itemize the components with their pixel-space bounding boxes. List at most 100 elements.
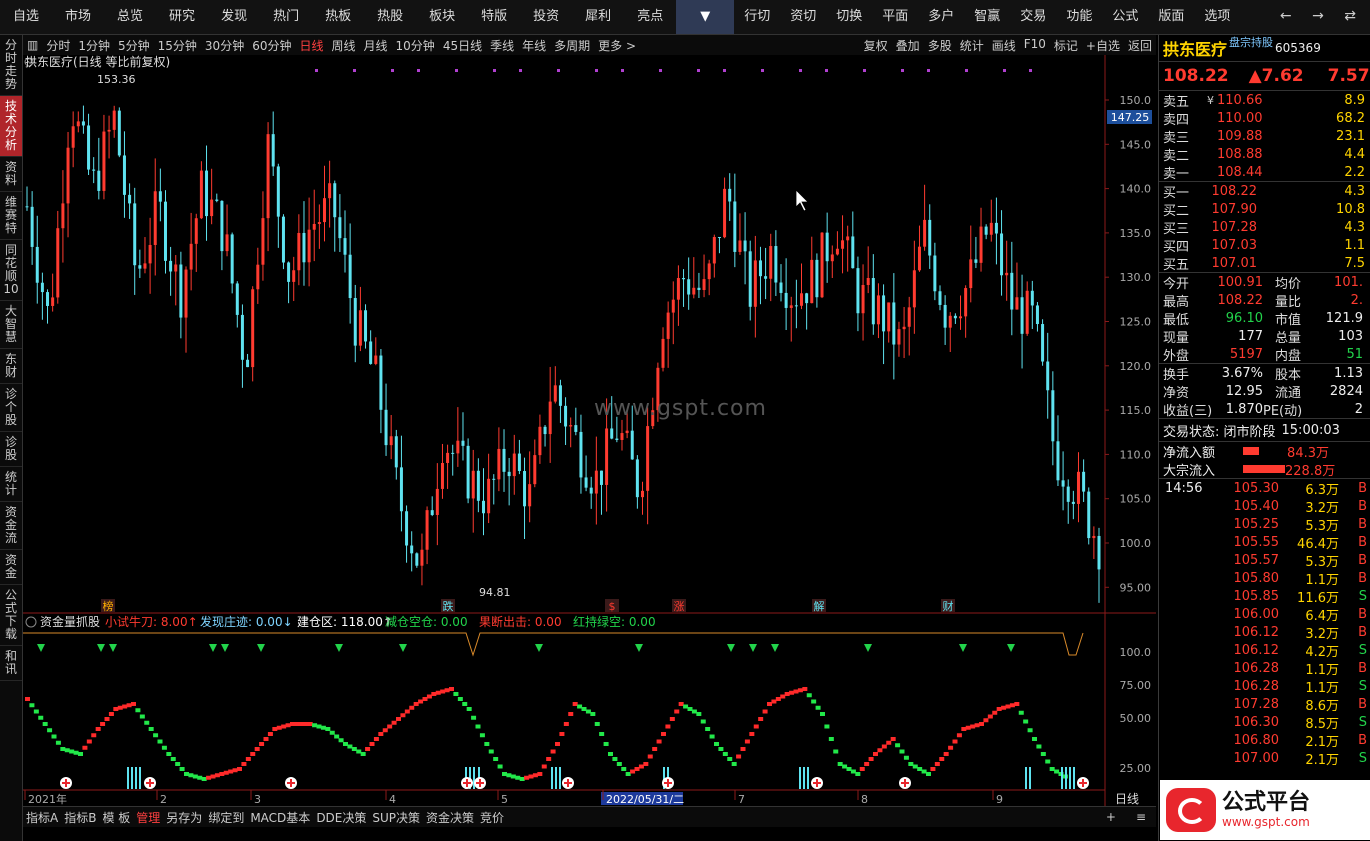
period-tab[interactable]: 45日线 bbox=[439, 37, 486, 54]
indicator-step bbox=[219, 772, 225, 776]
tick-row[interactable]: 105.40 3.2万 B bbox=[1159, 497, 1370, 516]
indicator-tab[interactable]: 竞价 bbox=[477, 809, 507, 826]
period-tab[interactable]: 30分钟 bbox=[201, 37, 248, 54]
indicator-tab[interactable]: 管理 bbox=[133, 809, 163, 826]
topnav-item[interactable]: 版面 bbox=[1148, 0, 1194, 34]
period-tab[interactable]: 15分钟 bbox=[154, 37, 201, 54]
period-tab[interactable]: 多周期 bbox=[550, 37, 594, 54]
period-tab[interactable]: 周线 bbox=[328, 37, 360, 54]
topnav-item[interactable]: 板块 bbox=[416, 0, 468, 34]
period-tab[interactable]: 5分钟 bbox=[114, 37, 154, 54]
toolbar-menu-icon[interactable]: ▥ bbox=[23, 38, 42, 52]
sidebar-tab[interactable]: 诊股 bbox=[0, 432, 22, 467]
topnav-item[interactable]: 投资 bbox=[520, 0, 572, 34]
tick-row[interactable]: 106.12 3.2万 B bbox=[1159, 623, 1370, 642]
topnav-item[interactable]: 犀利 bbox=[572, 0, 624, 34]
sidebar-tab[interactable]: 资金 bbox=[0, 550, 22, 585]
bottom-action-icon[interactable]: + bbox=[1096, 810, 1126, 824]
indicator-tab[interactable]: DDE决策 bbox=[313, 809, 369, 826]
topnav-item[interactable]: 选项 bbox=[1194, 0, 1240, 34]
topnav-item[interactable]: 交易 bbox=[1010, 0, 1056, 34]
topnav-item[interactable]: 市场 bbox=[52, 0, 104, 34]
topnav-item[interactable]: 热股 bbox=[364, 0, 416, 34]
topnav-item[interactable]: 热门 bbox=[260, 0, 312, 34]
sidebar-tab[interactable]: 资料 bbox=[0, 157, 22, 192]
topnav-item[interactable]: 亮点 bbox=[624, 0, 676, 34]
bottom-action-icon[interactable]: ≡ bbox=[1126, 810, 1156, 824]
period-tab[interactable]: 月线 bbox=[360, 37, 392, 54]
indicator-tab[interactable]: 指标A bbox=[23, 809, 61, 826]
topnav-item[interactable]: 资切 bbox=[780, 0, 826, 34]
tick-row[interactable]: 105.55 46.4万 B bbox=[1159, 533, 1370, 552]
period-tab[interactable]: 1分钟 bbox=[74, 37, 114, 54]
sidebar-tab[interactable]: 维赛特 bbox=[0, 192, 22, 240]
topnav-item[interactable]: 研究 bbox=[156, 0, 208, 34]
stock-tag[interactable]: 盘宗持股 bbox=[1229, 34, 1273, 50]
tick-row[interactable]: 107.28 8.6万 B bbox=[1159, 695, 1370, 714]
kline-chart-svg[interactable]: 拱东医疗(日线 等比前复权) 150.0 145.0 140.0 135.0 130.0 1… bbox=[23, 54, 1156, 806]
topnav-item[interactable]: 功能 bbox=[1056, 0, 1102, 34]
topnav-item[interactable]: 特版 bbox=[468, 0, 520, 34]
topnav-item[interactable]: 发现 bbox=[208, 0, 260, 34]
indicator-tab[interactable]: 资金决策 bbox=[423, 809, 477, 826]
sidebar-tab[interactable]: 诊个股 bbox=[0, 384, 22, 432]
period-tab[interactable]: 60分钟 bbox=[248, 37, 295, 54]
toolbar-action[interactable]: 多股 bbox=[924, 37, 956, 54]
topnav-item[interactable]: 热板 bbox=[312, 0, 364, 34]
tick-row[interactable]: 105.85 11.6万 S bbox=[1159, 587, 1370, 606]
tick-list[interactable]: 14:56 105.30 6.3万 B 105.40 3.2万 B 105.25 5.3万 B 10… bbox=[1159, 479, 1370, 768]
toolbar-action[interactable]: 画线 bbox=[988, 37, 1020, 54]
tick-row[interactable]: 106.28 1.1万 S bbox=[1159, 677, 1370, 696]
sidebar-tab[interactable]: 统计 bbox=[0, 467, 22, 502]
topnav-item[interactable]: 行切 bbox=[734, 0, 780, 34]
nav-arrows-icon[interactable]: ← → ⇄ bbox=[1280, 8, 1364, 24]
sidebar-tab[interactable]: 资金流 bbox=[0, 502, 22, 550]
candle-body bbox=[964, 288, 968, 317]
kline-chart-area[interactable]: 拱东医疗(日线 等比前复权) 150.0 145.0 140.0 135.0 130.0 1… bbox=[23, 54, 1156, 806]
topnav-item[interactable]: 公式 bbox=[1102, 0, 1148, 34]
toolbar-action[interactable]: +自选 bbox=[1082, 37, 1124, 54]
toolbar-action[interactable]: 返回 bbox=[1124, 37, 1156, 54]
sidebar-tab[interactable]: 分时走势 bbox=[0, 35, 22, 96]
topnav-item[interactable]: 总览 bbox=[104, 0, 156, 34]
tick-row[interactable]: 105.57 5.3万 B bbox=[1159, 551, 1370, 570]
period-tab[interactable]: 日线 bbox=[295, 37, 327, 54]
period-tab[interactable]: 更多 > bbox=[594, 37, 640, 54]
tick-row[interactable]: 105.25 5.3万 B bbox=[1159, 515, 1370, 534]
period-tab[interactable]: 季线 bbox=[486, 37, 518, 54]
tick-row[interactable]: 14:56 105.30 6.3万 B bbox=[1159, 479, 1370, 498]
topnav-dropdown[interactable]: ▼ bbox=[676, 0, 735, 34]
tick-row[interactable]: 105.80 1.1万 B bbox=[1159, 569, 1370, 588]
indicator-tab[interactable]: 绑定到 bbox=[205, 809, 247, 826]
tick-row[interactable]: 106.28 1.1万 B bbox=[1159, 659, 1370, 678]
tick-row[interactable]: 106.00 6.4万 B bbox=[1159, 605, 1370, 624]
toolbar-action[interactable]: 标记 bbox=[1050, 37, 1082, 54]
sidebar-tab[interactable]: 和讯 bbox=[0, 646, 22, 681]
tick-row[interactable]: 107.00 2.1万 S bbox=[1159, 749, 1370, 768]
tick-row[interactable]: 106.30 8.5万 S bbox=[1159, 713, 1370, 732]
topnav-item[interactable]: 自选 bbox=[0, 0, 52, 34]
sidebar-tab[interactable]: 东财 bbox=[0, 349, 22, 384]
period-tab[interactable]: 10分钟 bbox=[392, 37, 439, 54]
indicator-tab[interactable]: 指标B bbox=[61, 809, 99, 826]
topnav-item[interactable]: 多户 bbox=[918, 0, 964, 34]
sidebar-tab[interactable]: 大智慧 bbox=[0, 301, 22, 349]
topnav-item[interactable]: 智赢 bbox=[964, 0, 1010, 34]
sidebar-tab[interactable]: 公式下载 bbox=[0, 585, 22, 646]
indicator-tab[interactable]: 模 板 bbox=[99, 809, 133, 826]
sidebar-tab[interactable]: 同花顺10 bbox=[0, 240, 22, 301]
period-tab[interactable]: 分时 bbox=[42, 37, 74, 54]
toolbar-action[interactable]: 复权 bbox=[860, 37, 892, 54]
indicator-tab[interactable]: MACD基本 bbox=[247, 809, 313, 826]
indicator-tab[interactable]: 另存为 bbox=[163, 809, 205, 826]
topnav-item[interactable]: 切换 bbox=[826, 0, 872, 34]
toolbar-action[interactable]: 叠加 bbox=[892, 37, 924, 54]
tick-row[interactable]: 106.12 4.2万 S bbox=[1159, 641, 1370, 660]
sidebar-tab[interactable]: 技术分析 bbox=[0, 96, 22, 157]
topnav-item[interactable]: 平面 bbox=[872, 0, 918, 34]
period-tab[interactable]: 年线 bbox=[518, 37, 550, 54]
tick-row[interactable]: 106.80 2.1万 B bbox=[1159, 731, 1370, 750]
indicator-tab[interactable]: SUP决策 bbox=[369, 809, 423, 826]
toolbar-action[interactable]: 统计 bbox=[956, 37, 988, 54]
toolbar-action[interactable]: F10 bbox=[1020, 37, 1050, 54]
